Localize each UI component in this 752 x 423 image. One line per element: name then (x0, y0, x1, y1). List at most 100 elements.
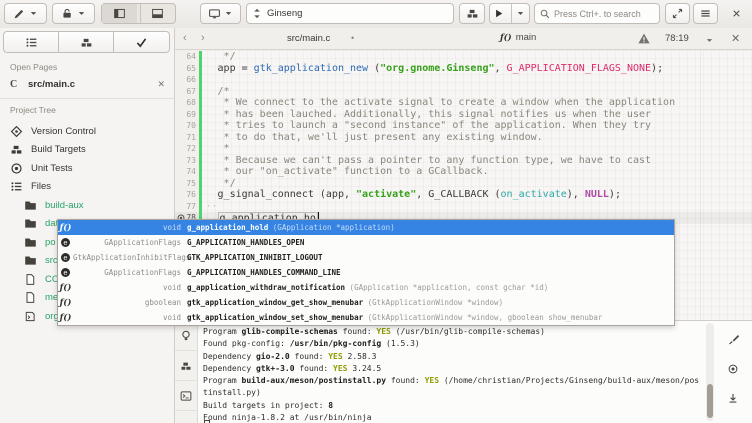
builder-window: Ginseng Press Ctrl+. to search (0, 0, 752, 423)
toggle-bottom-panel-button[interactable] (140, 4, 176, 23)
code-line-76[interactable]: 76 g_signal_connect (app, "activate", G_… (175, 189, 752, 201)
tree-item-version-control[interactable]: Version Control (0, 122, 175, 140)
line-number: 72 (175, 143, 199, 155)
play-icon (493, 8, 504, 19)
completion-row[interactable]: ƒ()voidg_application_withdraw_notificati… (58, 280, 674, 295)
symbol-breadcrumb[interactable]: ƒ() main (500, 32, 536, 43)
code-line-65[interactable]: 65 app = gtk_application_new ("org.gnome… (175, 63, 752, 75)
output-line: Program glib-compile-schemas found: YES … (203, 326, 705, 338)
sidebar-divider (0, 98, 175, 99)
code-line-69[interactable]: 69 * has been lauched. Additionally, thi… (175, 109, 752, 121)
code-line-68[interactable]: 68 * We connect to the activate signal t… (175, 97, 752, 109)
list-icon (10, 180, 23, 193)
open-pages-label: Open Pages (10, 62, 57, 72)
close-icon (731, 8, 742, 19)
tree-item-build-aux[interactable]: build-aux (0, 196, 175, 214)
vcs-icon (10, 125, 23, 138)
omnibar-build-status[interactable]: Ginseng (246, 3, 454, 24)
output-line: Build targets in project: 8 (203, 400, 705, 412)
completion-name: G_APPLICATION_HANDLES_COMMAND_LINE (187, 268, 341, 277)
sidebar-tab-build[interactable] (58, 31, 114, 53)
completion-row[interactable]: ƒ()voidgtk_application_window_set_show_m… (58, 310, 674, 325)
build-config-button[interactable] (52, 3, 95, 24)
tree-item-label: Version Control (31, 126, 96, 137)
panel-tab-strip (175, 321, 198, 423)
tree-item-files[interactable]: Files (0, 178, 175, 196)
completion-return-type: GApplicationFlags (73, 268, 181, 277)
tree-item-label: Unit Tests (31, 163, 73, 174)
output-line: Dependency gtk+-3.0 found: YES 3.24.5 (203, 363, 705, 375)
line-number: 74 (175, 166, 199, 178)
completion-popup: ƒ()voidg_application_hold (GApplication … (57, 219, 675, 326)
menu-button[interactable] (693, 3, 718, 24)
code-line-72[interactable]: 72 * (175, 143, 752, 155)
code-text: * tries to launch a "second instance" of… (202, 120, 752, 132)
tree-item-unit-tests[interactable]: Unit Tests (0, 159, 175, 177)
completion-name: GTK_APPLICATION_INHIBIT_LOGOUT (187, 253, 322, 262)
folder-icon (24, 254, 37, 267)
close-page-icon[interactable]: ✕ (157, 79, 165, 90)
perspective-button[interactable] (4, 3, 47, 24)
code-text: * (202, 143, 752, 155)
completion-name: G_APPLICATION_HANDLES_OPEN (187, 238, 304, 247)
folder-icon (24, 217, 37, 230)
completion-row[interactable]: eGApplicationFlagsG_APPLICATION_HANDLES_… (58, 265, 674, 280)
sidebar-tab-project[interactable] (3, 31, 59, 53)
code-line-74[interactable]: 74 * our "on_activate" function to a GCa… (175, 166, 752, 178)
close-editor-icon[interactable]: ✕ (731, 32, 740, 45)
panel-tab-terminal[interactable] (175, 381, 197, 411)
nav-forward-icon[interactable]: › (201, 32, 205, 45)
code-line-71[interactable]: 71 * to do that, we'll just present any … (175, 132, 752, 144)
completion-row[interactable]: eGtkApplicationInhibitFlagsGTK_APPLICATI… (58, 250, 674, 265)
global-search-input[interactable]: Press Ctrl+. to search (534, 3, 660, 24)
device-selector-button[interactable] (200, 3, 241, 24)
tests-icon (10, 162, 23, 175)
completion-row[interactable]: ƒ()voidg_application_hold (GApplication … (58, 220, 674, 235)
code-line-64[interactable]: 64 */ (175, 51, 752, 63)
code-line-70[interactable]: 70 * tries to launch a "second instance"… (175, 120, 752, 132)
toggle-left-panel-button[interactable] (102, 4, 137, 23)
file-title[interactable]: src/main.c (287, 33, 330, 44)
build-button[interactable] (459, 3, 485, 24)
code-line-67[interactable]: 67 /* (175, 86, 752, 98)
run-options-button[interactable] (511, 4, 530, 23)
line-number: 64 (175, 51, 199, 63)
lightbulb-icon (180, 329, 192, 342)
lock-icon (61, 7, 74, 20)
panel-scrollbar[interactable] (706, 323, 714, 421)
completion-row[interactable]: eGApplicationFlagsG_APPLICATION_HANDLES_… (58, 235, 674, 250)
fullscreen-button[interactable] (665, 3, 690, 24)
panel-scrollbar-thumb[interactable] (707, 384, 713, 418)
open-page-row[interactable]: C src/main.c ✕ (0, 74, 175, 94)
build-output[interactable]: Program glib-compile-schemas found: YES … (203, 321, 705, 423)
completion-row[interactable]: ƒ()gbooleangtk_application_window_get_sh… (58, 295, 674, 310)
nav-back-icon[interactable]: ‹ (183, 32, 187, 45)
line-number: 69 (175, 109, 199, 121)
code-line-73[interactable]: 73 * Because we can't pass a pointer to … (175, 155, 752, 167)
cursor-position[interactable]: 78:19 (665, 33, 689, 44)
tree-item-build-targets[interactable]: Build Targets (0, 141, 175, 159)
function-icon: ƒ() (58, 283, 73, 293)
line-number: 77 (175, 201, 199, 213)
code-line-77[interactable]: 77·· (175, 201, 752, 213)
sidebar-tab-tests[interactable] (113, 31, 170, 53)
bottom-panel: Program glib-compile-schemas found: YES … (175, 320, 752, 423)
code-text: ·· (202, 201, 752, 213)
follow-output-button[interactable] (727, 363, 739, 375)
window-close-button[interactable] (724, 3, 748, 24)
code-line-75[interactable]: 75 */ (175, 178, 752, 190)
completion-return-type: gboolean (73, 298, 181, 307)
code-text: * to do that, we'll just present any exi… (202, 132, 752, 144)
run-button[interactable] (490, 4, 508, 23)
code-line-66[interactable]: 66 (175, 74, 752, 86)
clear-output-button[interactable] (727, 333, 740, 346)
panel-tab-build[interactable] (175, 351, 197, 381)
completion-name: gtk_application_window_set_show_menubar (187, 313, 363, 322)
build-icon (10, 143, 23, 156)
warning-icon[interactable] (638, 33, 650, 44)
line-number: 70 (175, 120, 199, 132)
save-output-button[interactable] (727, 392, 739, 405)
code-text: * We connect to the activate signal to c… (202, 97, 752, 109)
chevron-down-icon[interactable] (705, 36, 714, 45)
line-number: 65 (175, 63, 199, 75)
